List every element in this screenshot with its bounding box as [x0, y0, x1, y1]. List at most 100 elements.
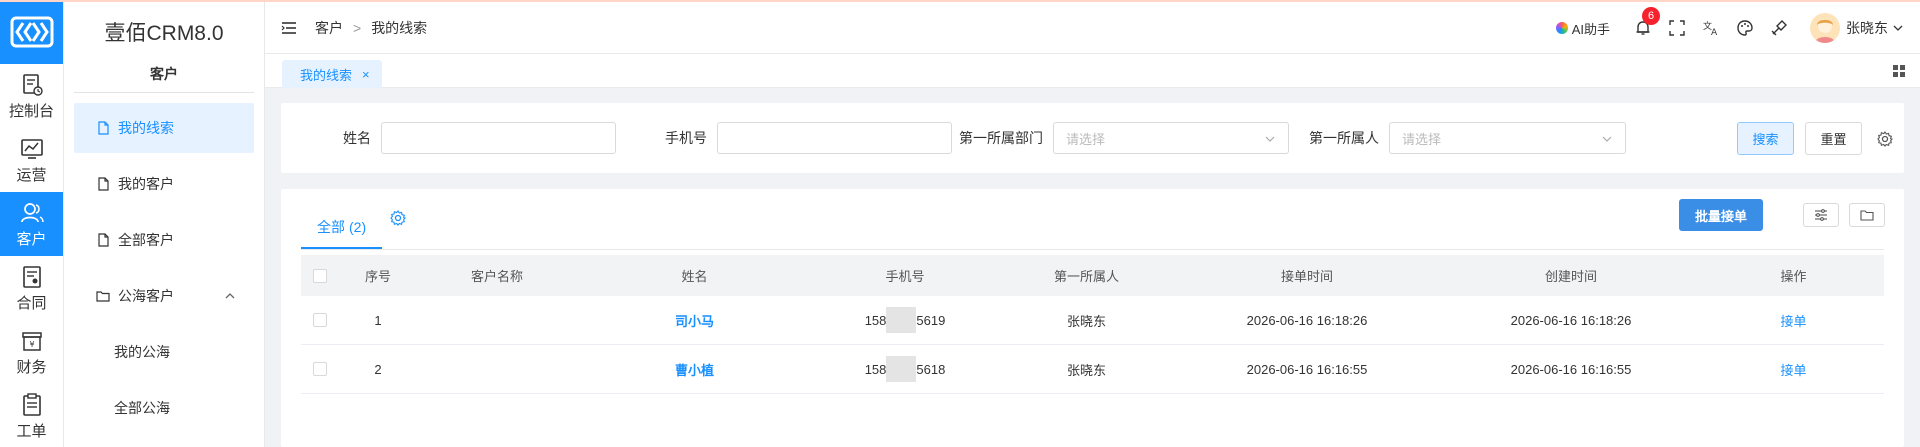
clear-cache-button[interactable] [1770, 19, 1788, 37]
dashboard-icon [22, 73, 43, 96]
chevron-up-icon [225, 293, 235, 299]
breadcrumb: 客户 > 我的线索 [315, 18, 427, 38]
cell-owner: 张晓东 [1066, 313, 1106, 329]
user-menu[interactable]: 张晓东 [1846, 18, 1904, 38]
cell-no: 1 [374, 312, 382, 328]
rail-item-finance[interactable]: ¥ 财务 [0, 320, 63, 384]
column-settings-button[interactable] [1803, 203, 1839, 227]
export-button[interactable] [1849, 203, 1885, 227]
sidebar-item-my-pool[interactable]: 我的公海 [74, 327, 254, 377]
ai-assistant-label: AI助手 [1571, 21, 1610, 37]
row-checkbox[interactable] [313, 362, 327, 376]
lead-list-panel: 全部 (2) 批量接单 序号 客户名称 姓名 手机号 第一所属人 接单时间 创建… [281, 189, 1904, 447]
rail-label: 财务 [16, 358, 47, 376]
breadcrumb-item[interactable]: 客户 [315, 18, 343, 38]
tab-all[interactable]: 全部 (2) [301, 207, 383, 249]
palette-icon [1737, 20, 1753, 36]
gear-icon[interactable] [390, 210, 406, 226]
sidebar-section-title: 客户 [74, 64, 254, 93]
column-header: 手机号 [885, 269, 925, 284]
cell-accept-time: 2026-06-16 16:18:26 [1246, 312, 1368, 328]
table-row: 2 曹小植 158 5618 张晓东 2026-06-16 16:16:55 20… [301, 345, 1884, 394]
phone-prefix: 158 [864, 361, 887, 377]
lead-name-link[interactable]: 司小马 [675, 314, 714, 329]
cell-create-time: 2026-06-16 16:16:55 [1510, 361, 1632, 377]
rail-item-dashboard[interactable]: 控制台 [0, 64, 63, 128]
fullscreen-icon [1669, 20, 1685, 36]
ticket-icon [22, 392, 41, 416]
sidebar-item-all-pool[interactable]: 全部公海 [74, 383, 254, 433]
avatar[interactable] [1810, 13, 1840, 43]
column-header: 序号 [364, 269, 391, 284]
sidebar-item-label: 全部客户 [118, 232, 174, 248]
tab-all-label: 全部 [317, 219, 345, 235]
search-button[interactable]: 搜索 [1737, 122, 1794, 155]
app-logo[interactable] [0, 0, 63, 64]
ai-icon [1555, 22, 1568, 34]
column-header: 姓名 [681, 269, 708, 284]
rail-item-ticket[interactable]: 工单 [0, 384, 63, 447]
main-nav-rail: 控制台 运营 客户 合同 ¥ 财务 工单 [0, 0, 64, 447]
document-icon [98, 233, 109, 247]
page-tab-label: 我的线索 [300, 67, 353, 83]
menu-toggle-icon[interactable] [281, 21, 297, 35]
fullscreen-button[interactable] [1668, 19, 1686, 37]
row-checkbox[interactable] [313, 313, 327, 327]
column-header: 创建时间 [1544, 269, 1597, 284]
phone-input[interactable] [717, 122, 952, 154]
reset-button[interactable]: 重置 [1805, 122, 1862, 155]
notification-button[interactable]: 6 [1634, 7, 1660, 37]
cell-owner: 张晓东 [1066, 362, 1106, 378]
rail-label: 运营 [16, 166, 47, 184]
sidebar-item-my-leads[interactable]: 我的线索 [74, 103, 254, 153]
phone-mask [886, 356, 917, 382]
cell-phone: 158 5619 [865, 307, 945, 333]
close-icon[interactable]: × [362, 67, 370, 82]
select-all-checkbox[interactable] [313, 268, 327, 283]
filter-panel: 姓名 手机号 第一所属部门 请选择 第一所属人 请选择 搜索 重置 [281, 103, 1904, 173]
accept-order-link[interactable]: 接单 [1780, 363, 1806, 378]
app-title: 壹佰CRM8.0 [104, 22, 224, 45]
sidebar-item-label: 我的客户 [118, 176, 174, 192]
folder-icon [96, 291, 110, 302]
chevron-down-icon [1265, 136, 1275, 142]
theme-button[interactable] [1736, 19, 1754, 37]
page-tab-my-leads[interactable]: 我的线索 × [282, 60, 382, 88]
cell-accept-time: 2026-06-16 16:16:55 [1246, 361, 1368, 377]
table-row: 1 司小马 158 5619 张晓东 2026-06-16 16:18:26 20… [301, 296, 1884, 345]
column-header: 操作 [1780, 269, 1807, 284]
lead-name-link[interactable]: 曹小植 [675, 363, 714, 378]
dept-select[interactable]: 请选择 [1053, 122, 1289, 154]
cell-no: 2 [374, 361, 382, 377]
sidebar-item-my-customers[interactable]: 我的客户 [74, 159, 254, 209]
rail-label: 客户 [16, 230, 47, 248]
customer-icon [20, 202, 44, 222]
svg-text:¥: ¥ [29, 340, 34, 349]
translate-button[interactable]: 文A [1702, 19, 1720, 38]
rail-label: 控制台 [8, 102, 54, 120]
grid-menu-icon[interactable] [1892, 64, 1906, 78]
chevron-down-icon [1602, 136, 1612, 142]
phone-mask [886, 307, 917, 333]
rail-item-contract[interactable]: 合同 [0, 256, 63, 320]
sidebar-group-public-pool[interactable]: 公海客户 [74, 271, 254, 321]
sidebar-item-all-customers[interactable]: 全部客户 [74, 215, 254, 265]
page-tabs-bar: 我的线索 × [265, 54, 1920, 88]
brush-icon [1771, 20, 1787, 36]
folder-icon [1860, 210, 1874, 221]
rail-item-operations[interactable]: 运营 [0, 128, 63, 192]
document-icon [98, 177, 109, 191]
batch-accept-button[interactable]: 批量接单 [1679, 199, 1763, 231]
owner-select[interactable]: 请选择 [1389, 122, 1626, 154]
svg-text:A: A [1711, 28, 1718, 37]
user-name: 张晓东 [1846, 20, 1888, 36]
name-input[interactable] [381, 122, 616, 154]
ai-assistant-button[interactable]: AI助手 [1555, 19, 1610, 38]
phone-suffix: 5618 [916, 361, 946, 377]
rail-label: 合同 [16, 294, 47, 312]
column-header: 接单时间 [1280, 269, 1333, 284]
gear-icon[interactable] [1877, 131, 1893, 147]
accept-order-link[interactable]: 接单 [1780, 314, 1806, 329]
sidebar-group-label: 公海客户 [118, 288, 174, 304]
rail-item-customer[interactable]: 客户 [0, 192, 63, 256]
